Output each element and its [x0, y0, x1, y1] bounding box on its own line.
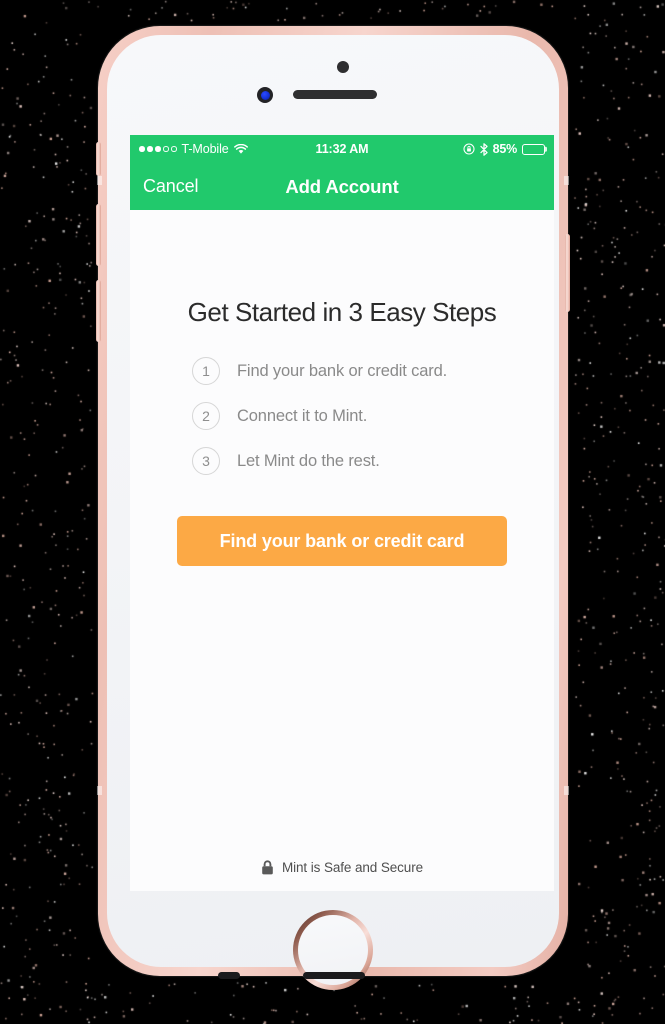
status-bar-left: T-Mobile [139, 142, 316, 156]
bluetooth-icon [479, 142, 488, 156]
volume-up-button[interactable] [96, 204, 101, 266]
proximity-sensor-icon [337, 61, 349, 73]
mute-switch-button[interactable] [96, 142, 101, 176]
security-notice-label: Mint is Safe and Secure [281, 860, 424, 875]
battery-percentage: 85% [492, 142, 518, 156]
wifi-icon [233, 143, 248, 155]
step-label: Find your bank or credit card. [237, 361, 448, 380]
cancel-button[interactable]: Cancel [143, 176, 199, 197]
earpiece-speaker-icon [293, 90, 377, 99]
antenna-line-right-top [564, 176, 569, 185]
front-camera-icon [257, 87, 273, 103]
headphone-jack-icon [218, 972, 240, 979]
security-notice: Mint is Safe and Secure [130, 860, 554, 875]
step-label: Let Mint do the rest. [237, 451, 380, 470]
phone-faceplate: T-Mobile 11:32 AM 85% Cancel Add Account… [107, 35, 559, 990]
step-label: Connect it to Mint. [237, 406, 368, 425]
antenna-line-right-bottom [564, 786, 569, 795]
step-number-badge: 2 [192, 402, 220, 430]
antenna-line-left-top [97, 176, 102, 185]
steps-list: 1 Find your bank or credit card. 2 Conne… [192, 357, 447, 475]
step-number-badge: 1 [192, 357, 220, 385]
heading: Get Started in 3 Easy Steps [187, 297, 497, 327]
carrier-name: T-Mobile [181, 142, 229, 156]
power-button[interactable] [565, 234, 570, 312]
status-bar-right: 85% [368, 142, 545, 156]
battery-icon [522, 143, 545, 155]
list-item: 1 Find your bank or credit card. [192, 357, 447, 385]
phone-screen: T-Mobile 11:32 AM 85% Cancel Add Account… [130, 135, 554, 891]
antenna-line-left-bottom [97, 786, 102, 795]
volume-down-button[interactable] [96, 280, 101, 342]
step-number-badge: 3 [192, 447, 220, 475]
list-item: 3 Let Mint do the rest. [192, 447, 447, 475]
list-item: 2 Connect it to Mint. [192, 402, 447, 430]
phone-device: T-Mobile 11:32 AM 85% Cancel Add Account… [96, 26, 570, 990]
status-bar: T-Mobile 11:32 AM 85% [130, 135, 554, 163]
lock-icon [261, 860, 274, 875]
cellular-signal-icon [139, 146, 177, 152]
rotation-lock-icon [463, 143, 475, 155]
lightning-port-icon [303, 972, 365, 979]
navigation-bar: Cancel Add Account [130, 163, 554, 210]
main-content: Get Started in 3 Easy Steps 1 Find your … [130, 210, 554, 891]
status-bar-time: 11:32 AM [315, 142, 369, 156]
find-bank-button[interactable]: Find your bank or credit card [177, 516, 507, 566]
